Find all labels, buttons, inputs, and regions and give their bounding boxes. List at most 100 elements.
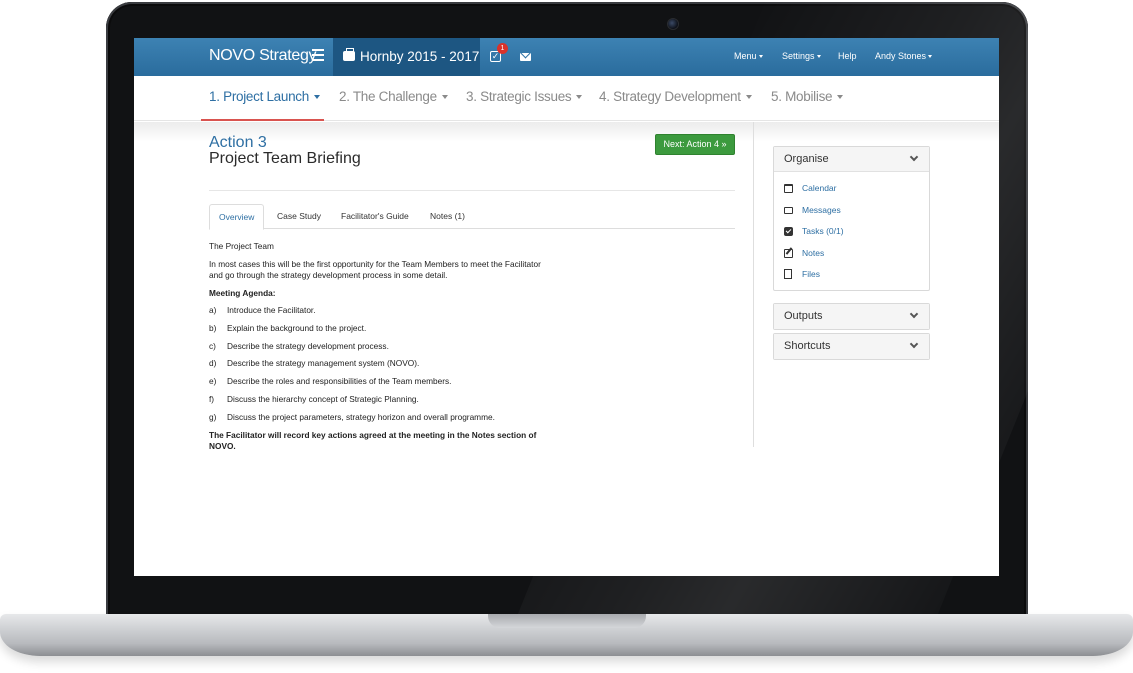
page-title: Project Team Briefing	[209, 150, 361, 167]
active-step-indicator	[201, 119, 324, 121]
list-text: Describe the roles and responsibilities …	[227, 376, 452, 387]
list-text: Discuss the project parameters, strategy…	[227, 411, 495, 422]
sidebar-item-label: Messages	[802, 204, 841, 215]
chevron-down-icon	[909, 309, 919, 319]
chevron-down-icon	[909, 339, 919, 349]
sidebar-item-label: Files	[802, 269, 820, 279]
step-navigation: 1. Project Launch 2. The Challenge 3. St…	[134, 76, 999, 121]
list-item: g) Discuss the project parameters, strate…	[209, 412, 549, 430]
panel-title: Shortcuts	[784, 340, 831, 352]
briefcase-icon	[343, 48, 355, 61]
laptop-notch	[488, 614, 646, 628]
settings-label: Settings	[782, 51, 815, 61]
user-dropdown[interactable]: Andy Stones	[875, 51, 933, 61]
sidebar-item-label: Notes	[802, 247, 825, 258]
caret-down-icon	[313, 95, 320, 100]
project-selector[interactable]: Hornby 2015 - 2017	[333, 38, 480, 76]
tab-facilitators-guide[interactable]: Facilitator's Guide	[332, 204, 418, 229]
step-mobilise[interactable]: 5. Mobilise	[771, 89, 844, 104]
step-label: 2. The Challenge	[339, 89, 437, 104]
chevron-down-icon	[909, 152, 919, 162]
sidebar-item-calendar[interactable]: Calendar	[784, 178, 929, 200]
sidebar-item-files[interactable]: Files	[784, 264, 929, 286]
help-link[interactable]: Help	[838, 51, 857, 61]
list-item: f) Discuss the hierarchy concept of Strat…	[209, 394, 549, 412]
list-item: e) Describe the roles and responsibilitie…	[209, 376, 549, 394]
panel-title: Organise	[784, 153, 829, 165]
closing-note: The Facilitator will record key actions …	[209, 429, 537, 451]
file-icon	[784, 269, 792, 279]
brand-logo[interactable]: NOVO Strategy	[209, 47, 317, 65]
list-text: Discuss the hierarchy concept of Strateg…	[227, 393, 419, 404]
settings-dropdown[interactable]: Settings	[782, 51, 821, 61]
caret-down-icon	[441, 95, 448, 100]
outputs-panel: Outputs	[773, 303, 930, 330]
caret-down-icon	[816, 55, 821, 59]
list-marker: a)	[209, 305, 217, 315]
user-name: Andy Stones	[875, 51, 927, 61]
caret-down-icon	[758, 55, 763, 59]
project-title: Hornby 2015 - 2017	[360, 49, 480, 64]
section-heading: The Project Team	[209, 241, 274, 251]
intro-paragraph: In most cases this will be the first opp…	[209, 259, 541, 280]
caret-down-icon	[928, 55, 933, 59]
sidebar-item-tasks[interactable]: Tasks (0/1)	[784, 221, 929, 243]
sidebar-item-label: Tasks (0/1)	[802, 226, 844, 236]
step-project-launch[interactable]: 1. Project Launch	[209, 89, 320, 104]
tab-overview[interactable]: Overview	[209, 204, 265, 230]
overview-content: The Project Team In most cases this will…	[209, 241, 549, 459]
tab-case-study[interactable]: Case Study	[268, 204, 330, 229]
divider	[209, 190, 735, 191]
tab-notes[interactable]: Notes (1)	[421, 204, 474, 229]
list-item: b) Explain the background to the project.	[209, 323, 549, 341]
list-marker: e)	[209, 376, 217, 387]
shortcuts-panel-header[interactable]: Shortcuts	[774, 334, 929, 359]
next-action-button[interactable]: Next: Action 4 »	[655, 134, 735, 155]
step-label: 1. Project Launch	[209, 89, 309, 104]
hamburger-menu-icon[interactable]	[312, 49, 324, 63]
caret-down-icon	[837, 95, 844, 100]
organise-panel-header[interactable]: Organise	[774, 147, 929, 172]
list-marker: f)	[209, 393, 215, 404]
envelope-icon[interactable]	[520, 53, 531, 61]
sidebar-divider	[753, 122, 754, 447]
list-marker: c)	[209, 340, 216, 351]
list-item: d) Describe the strategy management syste…	[209, 358, 549, 376]
sidebar-item-messages[interactable]: Messages	[784, 200, 929, 222]
list-marker: b)	[209, 322, 217, 333]
outputs-panel-header[interactable]: Outputs	[774, 304, 929, 329]
caret-down-icon	[576, 95, 583, 100]
menu-dropdown[interactable]: Menu	[734, 51, 763, 61]
app-screen: NOVO Strategy Hornby 2015 - 2017 ✓ 1 Men…	[134, 38, 999, 576]
step-label: 3. Strategic Issues	[466, 89, 572, 104]
caret-down-icon	[745, 95, 752, 100]
task-count-badge: 1	[497, 43, 508, 54]
edit-icon	[784, 248, 793, 258]
list-text: Describe the strategy development proces…	[227, 340, 389, 351]
organise-panel: Organise Calendar Messages Tasks (0/1) N…	[773, 146, 930, 291]
agenda-title: Meeting Agenda:	[209, 288, 276, 298]
step-the-challenge[interactable]: 2. The Challenge	[339, 89, 448, 104]
list-item: a) Introduce the Facilitator.	[209, 305, 549, 323]
step-label: 4. Strategy Development	[599, 89, 741, 104]
top-navbar: NOVO Strategy Hornby 2015 - 2017 ✓ 1 Men…	[134, 38, 999, 76]
step-strategic-issues[interactable]: 3. Strategic Issues	[466, 89, 583, 104]
list-text: Introduce the Facilitator.	[227, 305, 316, 315]
sidebar-item-label: Calendar	[802, 183, 837, 193]
step-label: 5. Mobilise	[771, 89, 833, 104]
checkbox-icon	[784, 227, 793, 236]
list-text: Describe the strategy management system …	[227, 358, 420, 369]
shortcuts-panel: Shortcuts	[773, 333, 930, 360]
panel-title: Outputs	[784, 310, 823, 322]
webcam-icon	[668, 19, 678, 29]
sidebar-item-notes[interactable]: Notes	[784, 243, 929, 265]
content-tabs: Overview Case Study Facilitator's Guide …	[209, 204, 735, 230]
menu-label: Menu	[734, 51, 757, 61]
organise-links: Calendar Messages Tasks (0/1) Notes File…	[774, 172, 929, 290]
list-text: Explain the background to the project.	[227, 322, 367, 333]
list-item: c) Describe the strategy development proc…	[209, 341, 549, 359]
step-strategy-development[interactable]: 4. Strategy Development	[599, 89, 752, 104]
list-marker: g)	[209, 411, 217, 422]
envelope-icon	[784, 206, 793, 214]
calendar-icon	[784, 184, 793, 193]
